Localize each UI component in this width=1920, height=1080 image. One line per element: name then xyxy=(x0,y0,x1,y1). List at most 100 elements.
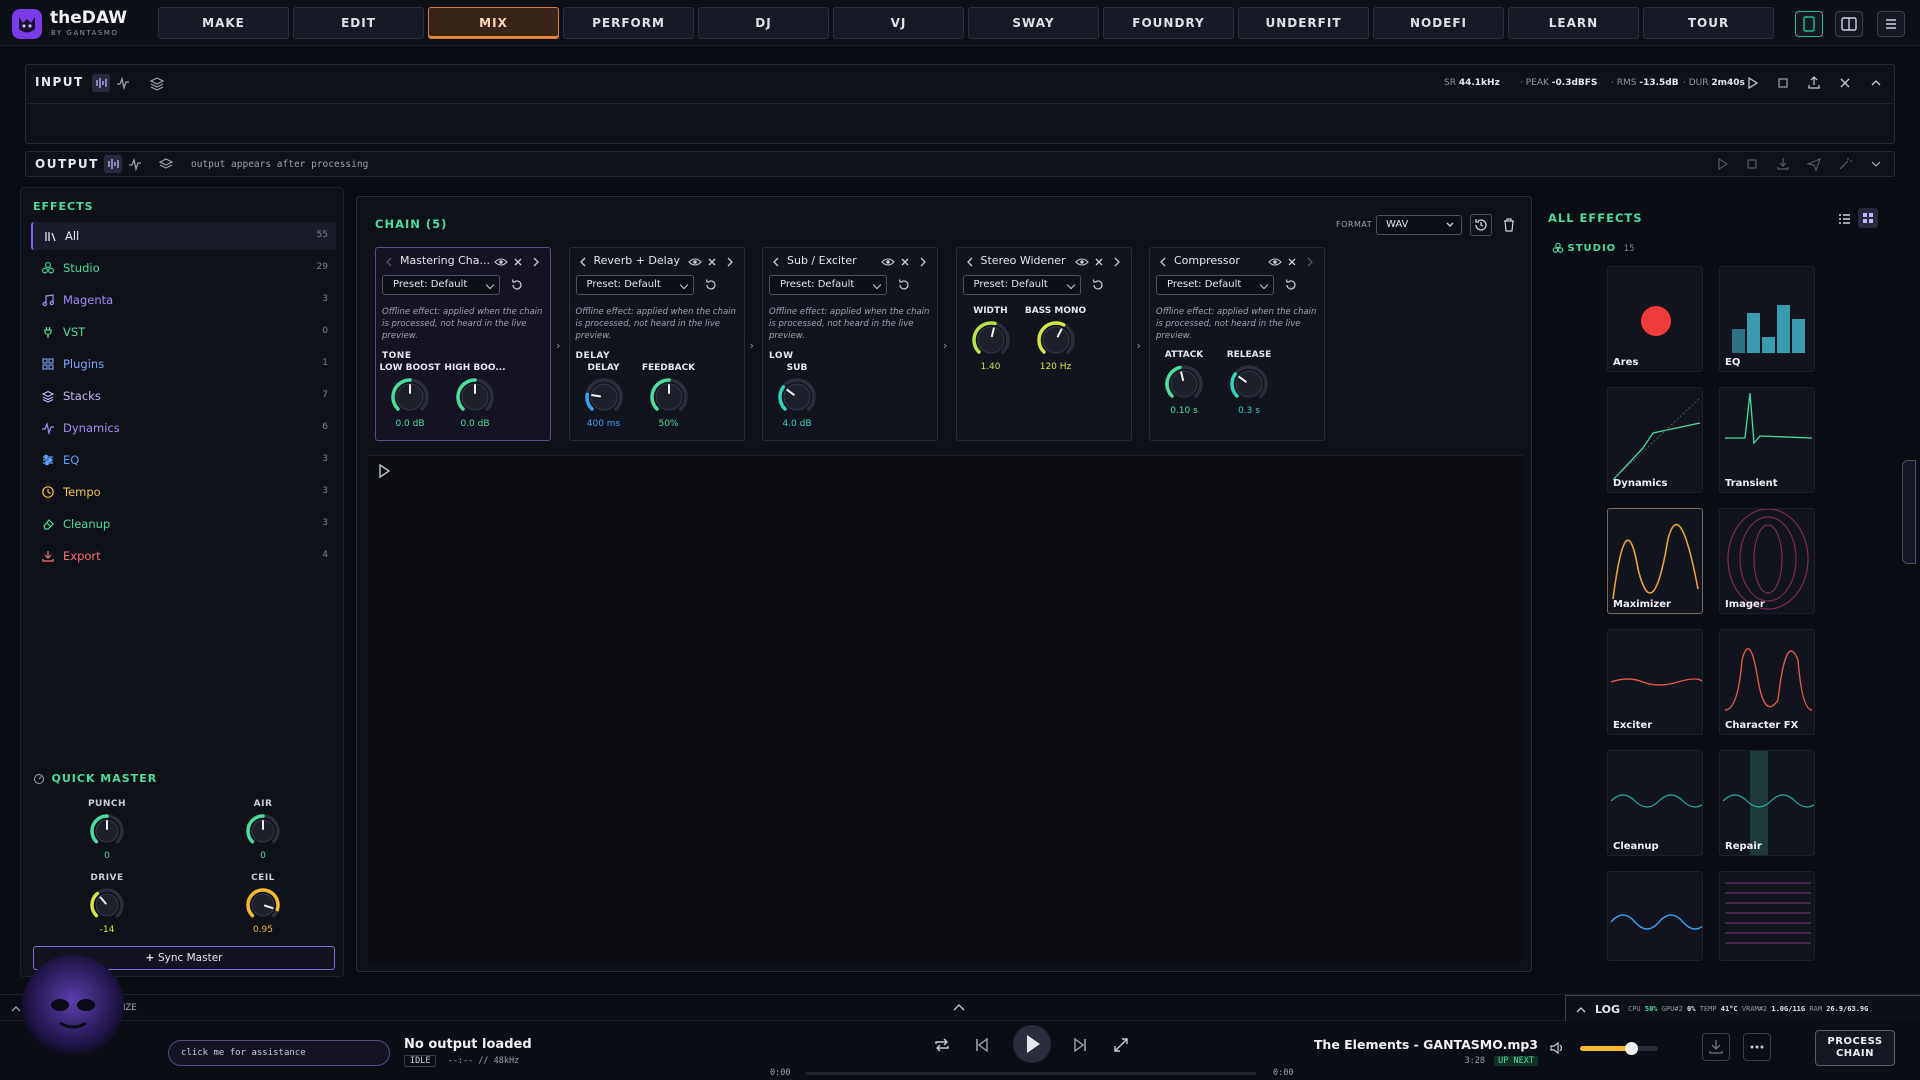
tab-foundry[interactable]: FOUNDRY xyxy=(1103,7,1234,39)
layout-split-button[interactable] xyxy=(1835,11,1863,37)
effect-tile-character-fx[interactable]: Character FX xyxy=(1719,629,1815,735)
close-icon[interactable] xyxy=(706,256,718,268)
knob-bass-mono[interactable]: BASS MONO 120 Hz xyxy=(1024,306,1088,372)
tab-underfit[interactable]: UNDERFIT xyxy=(1238,7,1369,39)
quick-master-knob-punch[interactable]: PUNCH 0 xyxy=(67,799,147,861)
effect-category-magenta[interactable]: Magenta 3 xyxy=(31,286,336,314)
effect-tile-exciter[interactable]: Exciter xyxy=(1607,629,1703,735)
chevron-right-icon[interactable] xyxy=(1305,256,1315,268)
eye-icon[interactable] xyxy=(1074,256,1089,268)
chevron-right-icon[interactable] xyxy=(1112,256,1122,268)
knob-width[interactable]: WIDTH 1.40 xyxy=(959,306,1023,372)
quick-master-knob-ceil[interactable]: CEIL 0.95 xyxy=(223,873,303,935)
effect-category-studio[interactable]: Studio 29 xyxy=(31,254,336,282)
tab-dj[interactable]: DJ xyxy=(698,7,829,39)
effect-category-plugins[interactable]: Plugins 1 xyxy=(31,350,336,378)
tab-learn[interactable]: LEARN xyxy=(1508,7,1639,39)
knob-release[interactable]: RELEASE 0.3 s xyxy=(1217,350,1281,416)
reset-icon[interactable] xyxy=(1091,278,1105,292)
expand-icon[interactable] xyxy=(1867,155,1885,173)
tab-vj[interactable]: VJ xyxy=(833,7,964,39)
grid-view-button[interactable] xyxy=(1858,208,1878,228)
download-icon[interactable] xyxy=(1774,155,1792,173)
preset-select[interactable]: Preset: Default xyxy=(382,275,500,295)
effect-category-eq[interactable]: EQ 3 xyxy=(31,446,336,474)
knob-high-boo[interactable]: HIGH BOO... 0.0 dB xyxy=(443,363,507,429)
preset-select[interactable]: Preset: Default xyxy=(769,275,887,295)
play-icon[interactable] xyxy=(1713,155,1731,173)
reset-icon[interactable] xyxy=(704,278,718,292)
pulse-view-icon[interactable] xyxy=(114,74,132,92)
chevron-left-icon[interactable] xyxy=(578,256,588,268)
log-status[interactable]: LOG CPU 50% GPU#2 0% TEMP 41°C VRAM#2 1.… xyxy=(1565,995,1920,1021)
more-options-button[interactable] xyxy=(1743,1033,1771,1061)
waveform-view-icon[interactable] xyxy=(92,74,110,92)
volume-button[interactable] xyxy=(1548,1039,1566,1057)
close-icon[interactable] xyxy=(1093,256,1105,268)
knob-feedback[interactable]: FEEDBACK 50% xyxy=(637,363,701,429)
repeat-button[interactable] xyxy=(932,1035,952,1055)
tab-nodefi[interactable]: NODEFI xyxy=(1373,7,1504,39)
effect-tile-maximizer[interactable]: Maximizer xyxy=(1607,508,1703,614)
process-chain-button[interactable]: PROCESS CHAIN xyxy=(1815,1030,1895,1066)
knob-sub[interactable]: SUB 4.0 dB xyxy=(765,363,829,429)
chevron-right-icon[interactable] xyxy=(531,256,541,268)
tab-mix[interactable]: MIX xyxy=(428,7,559,39)
trash-button[interactable] xyxy=(1500,216,1518,234)
side-drawer-handle[interactable] xyxy=(1902,460,1916,564)
chain-card-reverb-delay[interactable]: Reverb + Delay Preset: Default Offline eff… xyxy=(568,247,745,441)
download-output-button[interactable] xyxy=(1702,1033,1730,1061)
effect-category-tempo[interactable]: Tempo 3 xyxy=(31,478,336,506)
list-view-button[interactable] xyxy=(1834,208,1854,228)
effect-category-stacks[interactable]: Stacks 7 xyxy=(31,382,336,410)
layers-icon[interactable] xyxy=(148,74,166,92)
format-select[interactable]: WAV xyxy=(1376,215,1462,235)
close-icon[interactable] xyxy=(899,256,911,268)
tab-tour[interactable]: TOUR xyxy=(1643,7,1774,39)
chevron-left-icon[interactable] xyxy=(1158,256,1168,268)
quick-master-knob-air[interactable]: AIR 0 xyxy=(223,799,303,861)
app-logo[interactable]: theDAW BY GANTASMO xyxy=(12,6,162,40)
layout-single-button[interactable] xyxy=(1795,11,1823,37)
close-icon[interactable] xyxy=(1836,74,1854,92)
eye-icon[interactable] xyxy=(881,256,895,268)
close-icon[interactable] xyxy=(512,256,524,268)
effect-tile-eq[interactable]: EQ xyxy=(1719,266,1815,372)
tab-edit[interactable]: EDIT xyxy=(293,7,424,39)
upload-icon[interactable] xyxy=(1805,74,1823,92)
studio-group-header[interactable]: STUDIO 15 xyxy=(1552,241,1635,254)
chain-card-compressor[interactable]: Compressor Preset: Default Offline effect:… xyxy=(1149,247,1325,441)
effect-tile-imager[interactable]: Imager xyxy=(1719,508,1815,614)
next-button[interactable] xyxy=(1070,1035,1090,1055)
stop-icon[interactable] xyxy=(1743,155,1761,173)
fullscreen-button[interactable] xyxy=(1111,1035,1131,1055)
eye-icon[interactable] xyxy=(687,256,702,268)
effect-tile-unnamed-11[interactable] xyxy=(1719,871,1815,961)
effect-tile-transient[interactable]: Transient xyxy=(1719,387,1815,493)
reset-icon[interactable] xyxy=(510,278,524,292)
effect-category-vst[interactable]: VST 0 xyxy=(31,318,336,346)
tab-sway[interactable]: SWAY xyxy=(968,7,1099,39)
preset-select[interactable]: Preset: Default xyxy=(575,275,694,295)
effect-tile-repair[interactable]: Repair xyxy=(1719,750,1815,856)
chevron-left-icon[interactable] xyxy=(384,256,394,268)
close-icon[interactable] xyxy=(1286,256,1298,268)
magic-icon[interactable] xyxy=(1836,155,1854,173)
effect-category-export[interactable]: Export 4 xyxy=(31,542,336,570)
layers-icon[interactable] xyxy=(157,155,175,173)
knob-delay[interactable]: DELAY 400 ms xyxy=(572,363,636,429)
reset-icon[interactable] xyxy=(1284,278,1298,292)
eye-icon[interactable] xyxy=(494,256,508,268)
chevron-right-icon[interactable] xyxy=(725,256,735,268)
chain-card-mastering-cha[interactable]: Mastering Cha... Preset: Default Offline e… xyxy=(375,247,551,441)
preview-play-button[interactable] xyxy=(375,462,393,480)
play-icon[interactable] xyxy=(1743,74,1761,92)
tab-make[interactable]: MAKE xyxy=(158,7,289,39)
chain-card-stereo-widener[interactable]: Stereo Widener Preset: Default WIDTH 1.40 BA… xyxy=(955,247,1132,441)
chevron-left-icon[interactable] xyxy=(771,256,781,268)
pulse-view-icon[interactable] xyxy=(126,155,144,173)
effect-tile-cleanup[interactable]: Cleanup xyxy=(1607,750,1703,856)
assistant-avatar[interactable] xyxy=(22,955,124,1057)
chevron-left-icon[interactable] xyxy=(965,256,975,268)
seek-bar[interactable] xyxy=(806,1072,1256,1075)
